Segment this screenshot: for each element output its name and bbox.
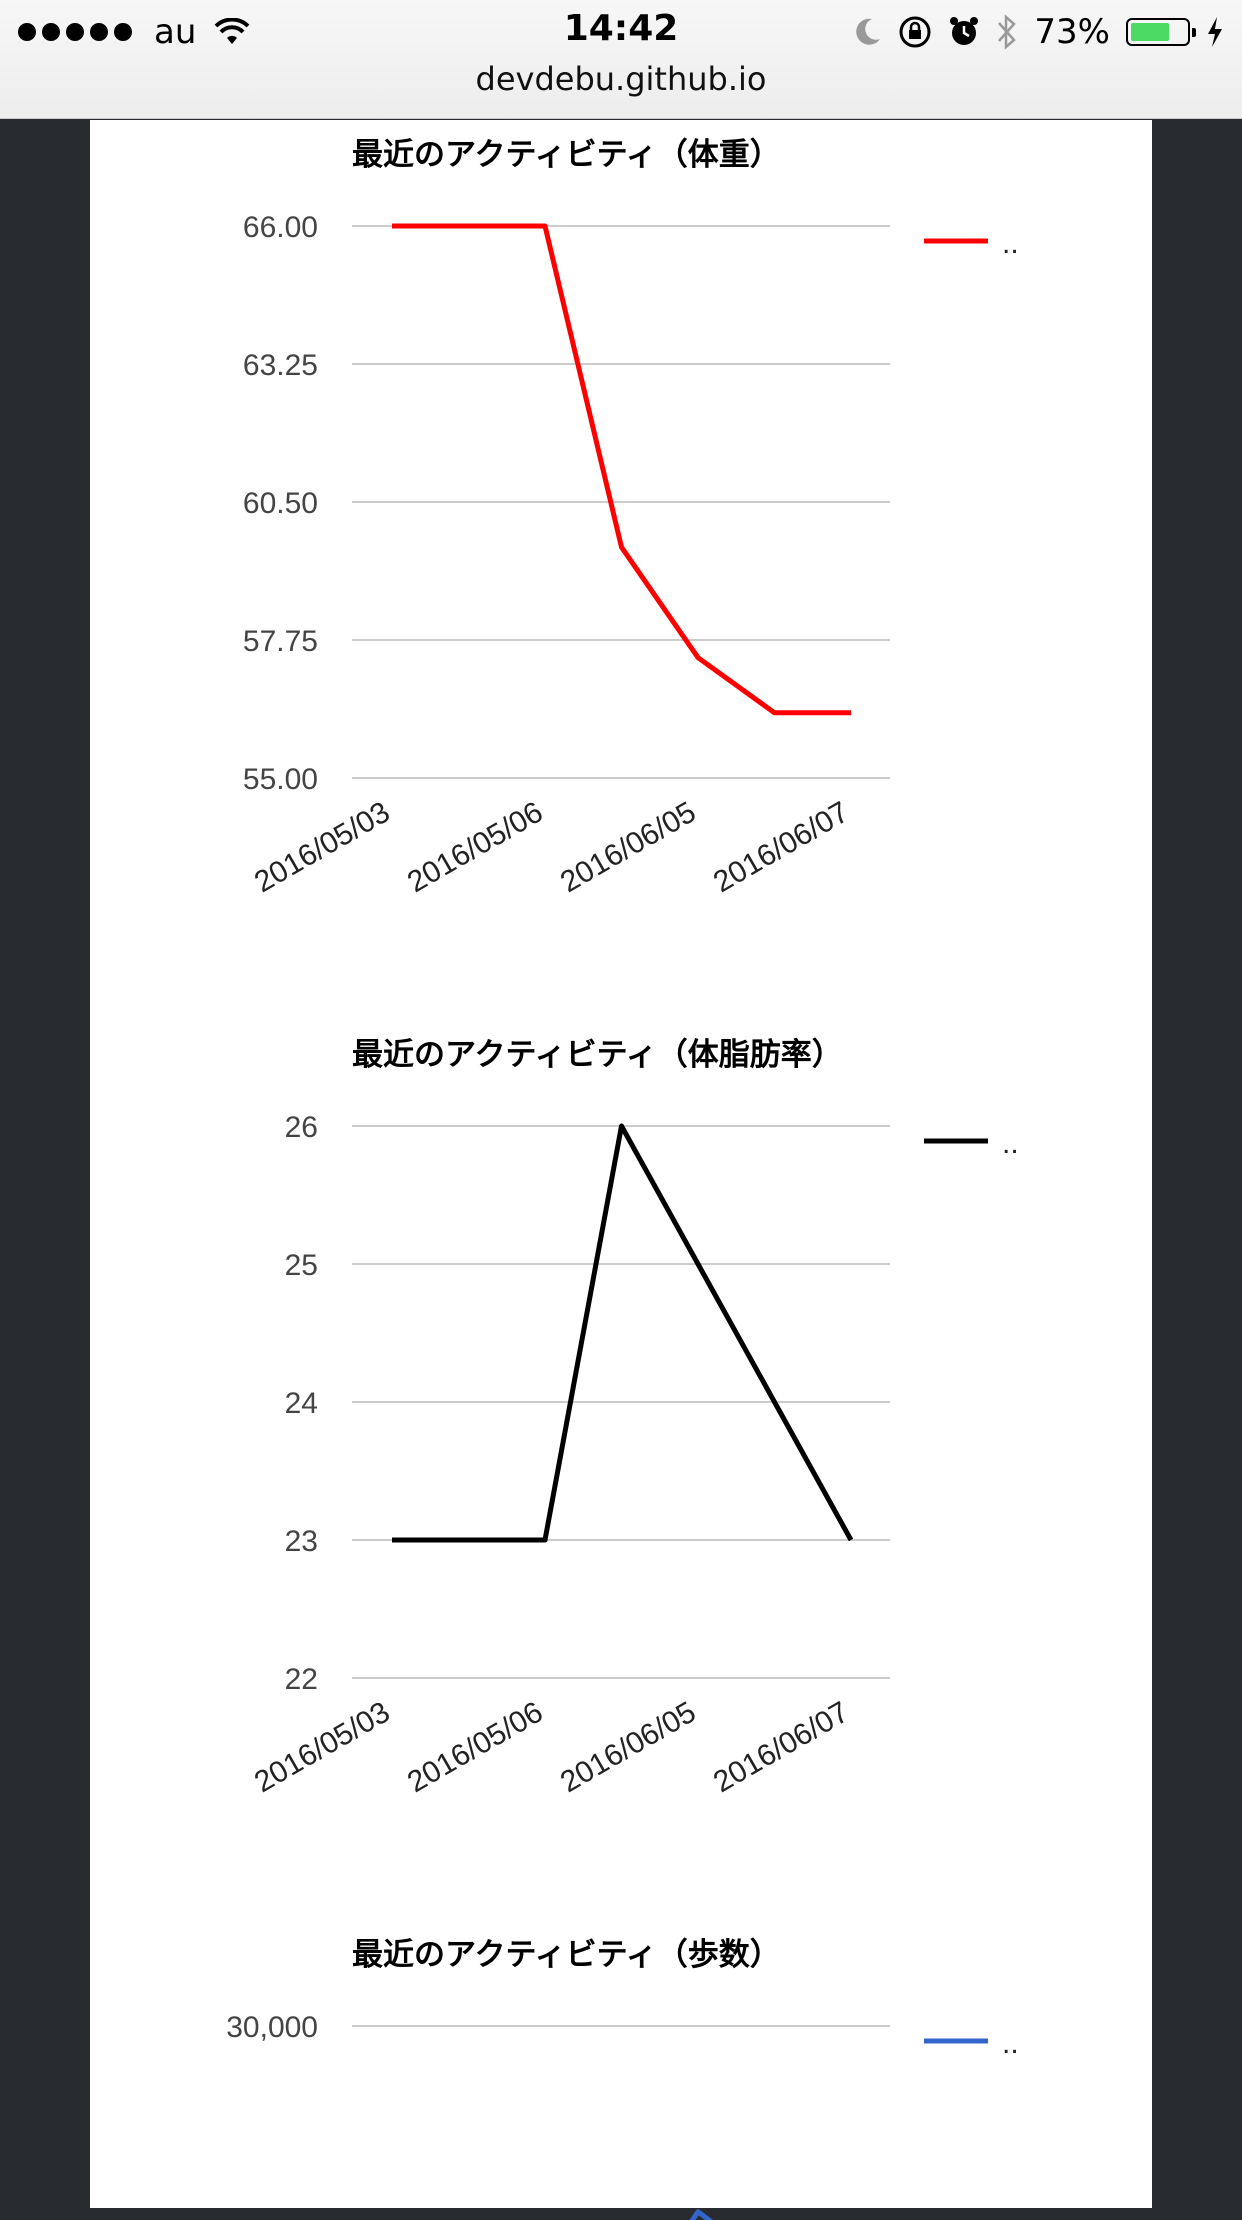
legend-label: .. — [1002, 2027, 1019, 2060]
x-tick-label: 2016/06/07 — [708, 1695, 855, 1799]
y-tick-label: 25 — [285, 1249, 318, 1282]
rotation-lock-icon — [899, 16, 931, 48]
x-tick-label: 2016/06/05 — [555, 1695, 702, 1799]
x-tick-label: 2016/05/06 — [402, 1695, 549, 1799]
legend-label: .. — [1002, 1127, 1019, 1160]
chart-title: 最近のアクティビティ（歩数） — [352, 1937, 781, 1973]
y-tick-label: 24 — [285, 1387, 318, 1420]
moon-icon — [856, 18, 881, 45]
x-tick-label: 2016/06/07 — [708, 795, 855, 899]
weight-chart: 最近のアクティビティ（体重） 55.00 57.75 60.50 63.25 66.00 2… — [243, 137, 1019, 899]
y-tick-label: 22 — [285, 1663, 318, 1696]
url-bar[interactable]: devdebu.github.io — [0, 60, 1242, 98]
battery-percentage: 73% — [1034, 12, 1110, 52]
y-tick-label: 66.00 — [243, 211, 318, 244]
legend-label: .. — [1002, 227, 1019, 260]
status-bar: au 14:42 devdebu.github.io 73% — [0, 0, 1242, 119]
chart-title: 最近のアクティビティ（体脂肪率） — [352, 1037, 843, 1073]
series-line — [392, 1123, 854, 1543]
y-tick-label: 26 — [285, 1111, 318, 1144]
bluetooth-icon — [998, 14, 1017, 50]
x-tick-label: 2016/05/06 — [402, 795, 549, 899]
page-content: 最近のアクティビティ（体重） 55.00 57.75 60.50 63.25 66.00 2… — [90, 120, 1152, 2220]
charging-icon — [1208, 17, 1222, 47]
y-tick-label: 30,000 — [226, 2011, 318, 2044]
y-tick-label: 60.50 — [243, 487, 318, 520]
battery-icon — [1126, 18, 1196, 46]
y-tick-label: 55.00 — [243, 763, 318, 796]
alarm-icon — [950, 17, 979, 45]
steps-chart: 最近のアクティビティ（歩数）22,50030,000.. — [226, 1937, 1019, 2220]
x-tick-label: 2016/05/03 — [249, 1695, 396, 1799]
y-tick-label: 63.25 — [243, 349, 318, 382]
status-right: 73% — [838, 10, 1224, 54]
chart-title: 最近のアクティビティ（体重） — [352, 137, 781, 173]
y-tick-label: 23 — [285, 1525, 318, 1558]
body-fat-chart: 最近のアクティビティ（体脂肪率）22232425262016/05/03 2016… — [249, 1037, 1019, 1799]
y-tick-label: 57.75 — [243, 625, 318, 658]
series-line — [689, 2209, 714, 2220]
x-tick-label: 2016/05/03 — [249, 795, 396, 899]
x-tick-label: 2016/06/05 — [555, 795, 702, 899]
